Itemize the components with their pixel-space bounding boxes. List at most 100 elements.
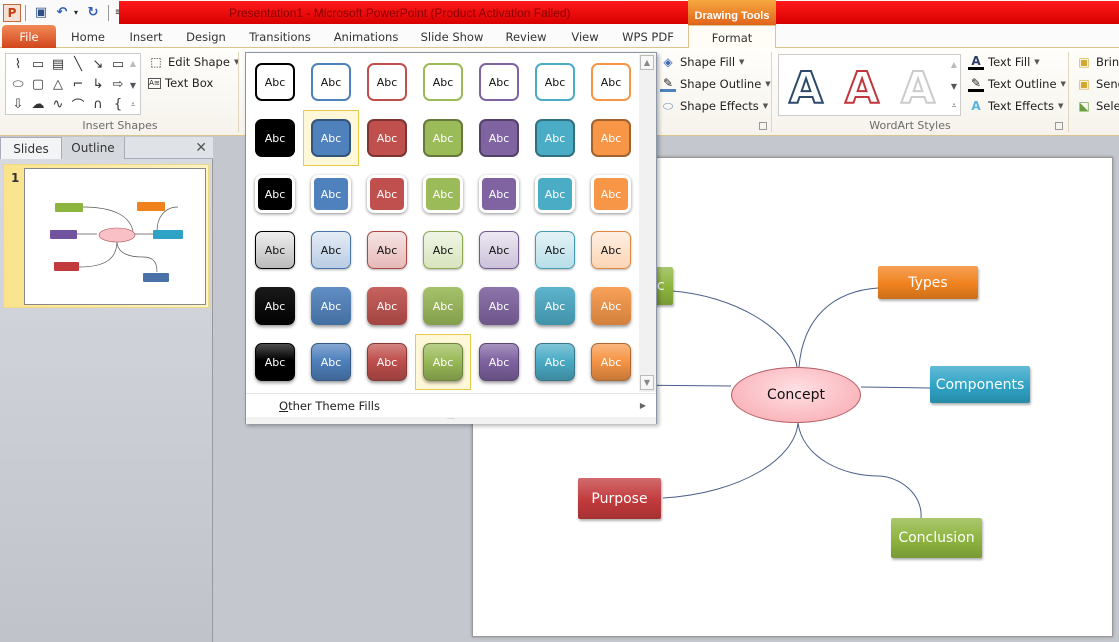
shape-option[interactable]: ∿	[48, 95, 68, 113]
shape-outline-button[interactable]: ✎ Shape Outline ▼	[660, 76, 771, 92]
shape-option[interactable]: ▢	[28, 75, 48, 93]
tab-design[interactable]: Design	[180, 25, 232, 48]
style-swatch-purple-solid-white-border[interactable]: Abc	[479, 175, 519, 213]
text-fill-button[interactable]: A Text Fill ▼	[968, 54, 1040, 70]
style-swatch-purple-glossy[interactable]: Abc	[479, 343, 519, 381]
slide-thumbnail-item[interactable]: 1	[3, 164, 209, 308]
wordart-dialog-launcher-icon[interactable]	[1055, 122, 1063, 130]
wordart-scroll-up[interactable]: ▲	[947, 54, 961, 74]
style-swatch-red-intense[interactable]: Abc	[367, 287, 407, 325]
style-swatch-black-solid-white-border[interactable]: Abc	[255, 175, 295, 213]
style-swatch-purple-light-gradient[interactable]: Abc	[479, 231, 519, 269]
shape-option[interactable]: {	[108, 95, 128, 113]
style-swatch-orange-glossy[interactable]: Abc	[591, 343, 631, 381]
undo-icon[interactable]: ↶	[54, 2, 70, 24]
shape-styles-dialog-launcher-icon[interactable]	[759, 122, 767, 130]
tab-review[interactable]: Review	[502, 25, 550, 48]
node-conclusion[interactable]: Conclusion	[891, 518, 982, 558]
style-swatch-black-light-gradient[interactable]: Abc	[255, 231, 295, 269]
node-concept[interactable]: Concept	[731, 367, 861, 423]
style-swatch-aqua-glossy[interactable]: Abc	[535, 343, 575, 381]
node-components[interactable]: Components	[930, 366, 1030, 403]
scroll-down-arrow-icon[interactable]: ▼	[640, 375, 654, 390]
shape-fill-button[interactable]: ◈ Shape Fill ▼	[660, 54, 744, 70]
style-swatch-black-intense[interactable]: Abc	[255, 287, 295, 325]
style-swatch-blue-solid-dark-border[interactable]: Abc	[311, 119, 351, 157]
shape-option[interactable]: ☁	[28, 95, 48, 113]
scroll-up-arrow-icon[interactable]: ▲	[640, 55, 654, 70]
shape-option[interactable]: ∩	[88, 95, 108, 113]
style-swatch-red-light-gradient[interactable]: Abc	[367, 231, 407, 269]
style-swatch-red-outline[interactable]: Abc	[367, 63, 407, 101]
tab-slides[interactable]: Slides	[0, 137, 62, 159]
shapes-scroll-down[interactable]: ▼	[126, 75, 140, 95]
shape-option[interactable]: ⇩	[8, 95, 28, 113]
tab-wps-pdf[interactable]: WPS PDF	[618, 25, 678, 48]
shape-option[interactable]: ▭	[108, 55, 128, 73]
style-swatch-orange-solid-white-border[interactable]: Abc	[591, 175, 631, 213]
shape-option[interactable]: ▤	[48, 55, 68, 73]
style-swatch-blue-glossy[interactable]: Abc	[311, 343, 351, 381]
style-swatch-green-light-gradient[interactable]: Abc	[423, 231, 463, 269]
style-swatch-purple-solid-dark-border[interactable]: Abc	[479, 119, 519, 157]
undo-dropdown-icon[interactable]: ▾	[72, 2, 80, 24]
bring-forward-button[interactable]: ▣ Bring	[1076, 54, 1119, 70]
node-types[interactable]: Types	[878, 266, 978, 299]
shapes-scroll-up[interactable]: ▲	[126, 53, 140, 73]
style-swatch-green-solid-white-border[interactable]: Abc	[423, 175, 463, 213]
style-swatch-aqua-light-gradient[interactable]: Abc	[535, 231, 575, 269]
wordart-style-1[interactable]: A	[788, 62, 824, 115]
wordart-scroll-down[interactable]: ▼	[947, 76, 961, 96]
text-outline-button[interactable]: ✎ Text Outline ▼	[968, 76, 1066, 92]
tab-format[interactable]: Format	[688, 25, 776, 49]
style-swatch-aqua-outline[interactable]: Abc	[535, 63, 575, 101]
style-swatch-blue-solid-white-border[interactable]: Abc	[311, 175, 351, 213]
tab-home[interactable]: Home	[62, 25, 114, 48]
shape-option[interactable]: ⬭	[8, 75, 28, 93]
style-swatch-orange-solid-dark-border[interactable]: Abc	[591, 119, 631, 157]
wordart-style-3[interactable]: A	[900, 62, 936, 115]
tab-insert[interactable]: Insert	[122, 25, 170, 48]
text-box-button[interactable]: A≡ Text Box	[148, 76, 213, 90]
shape-option[interactable]: ↳	[88, 75, 108, 93]
style-swatch-black-glossy[interactable]: Abc	[255, 343, 295, 381]
other-theme-fills-menu-item[interactable]: Other Theme Fills ▶	[246, 393, 656, 417]
tab-file[interactable]: File	[2, 25, 56, 48]
style-swatch-purple-outline[interactable]: Abc	[479, 63, 519, 101]
close-icon[interactable]: ✕	[195, 140, 207, 156]
tab-view[interactable]: View	[565, 25, 605, 48]
shapes-more[interactable]: ⩡	[126, 95, 140, 115]
style-swatch-aqua-intense[interactable]: Abc	[535, 287, 575, 325]
style-swatch-orange-light-gradient[interactable]: Abc	[591, 231, 631, 269]
style-swatch-orange-outline[interactable]: Abc	[591, 63, 631, 101]
style-swatch-purple-intense[interactable]: Abc	[479, 287, 519, 325]
resize-grip[interactable]: ····	[246, 417, 656, 424]
style-swatch-black-outline[interactable]: Abc	[255, 63, 295, 101]
wordart-more[interactable]: ⩡	[947, 96, 961, 116]
style-swatch-red-glossy[interactable]: Abc	[367, 343, 407, 381]
shape-option[interactable]: ⌐	[68, 75, 88, 93]
style-swatch-blue-outline[interactable]: Abc	[311, 63, 351, 101]
style-swatch-aqua-solid-white-border[interactable]: Abc	[535, 175, 575, 213]
shape-option[interactable]: ⌒	[68, 95, 88, 114]
style-swatch-green-outline[interactable]: Abc	[423, 63, 463, 101]
style-swatch-blue-intense[interactable]: Abc	[311, 287, 351, 325]
style-swatch-black-solid-dark-border[interactable]: Abc	[255, 119, 295, 157]
tab-slide-show[interactable]: Slide Show	[417, 25, 487, 48]
powerpoint-icon[interactable]: P	[3, 3, 21, 22]
save-icon[interactable]: ▣	[30, 2, 52, 24]
send-backward-button[interactable]: ▣ Send	[1076, 76, 1119, 92]
style-swatch-red-solid-dark-border[interactable]: Abc	[367, 119, 407, 157]
shape-option[interactable]: △	[48, 75, 68, 93]
tab-outline[interactable]: Outline	[62, 137, 125, 159]
wordart-style-2[interactable]: A	[844, 62, 880, 115]
style-swatch-green-glossy[interactable]: Abc	[423, 343, 463, 381]
tab-transitions[interactable]: Transitions	[245, 25, 315, 48]
shape-option[interactable]: ↘	[88, 55, 108, 73]
style-swatch-green-solid-dark-border[interactable]: Abc	[423, 119, 463, 157]
redo-icon[interactable]: ↻	[82, 2, 104, 24]
gallery-scrollbar[interactable]: ▲ ▼	[639, 54, 656, 392]
slide-thumbnail[interactable]	[24, 168, 206, 305]
shape-effects-button[interactable]: ⬭ Shape Effects ▼	[660, 98, 768, 114]
style-swatch-green-intense[interactable]: Abc	[423, 287, 463, 325]
